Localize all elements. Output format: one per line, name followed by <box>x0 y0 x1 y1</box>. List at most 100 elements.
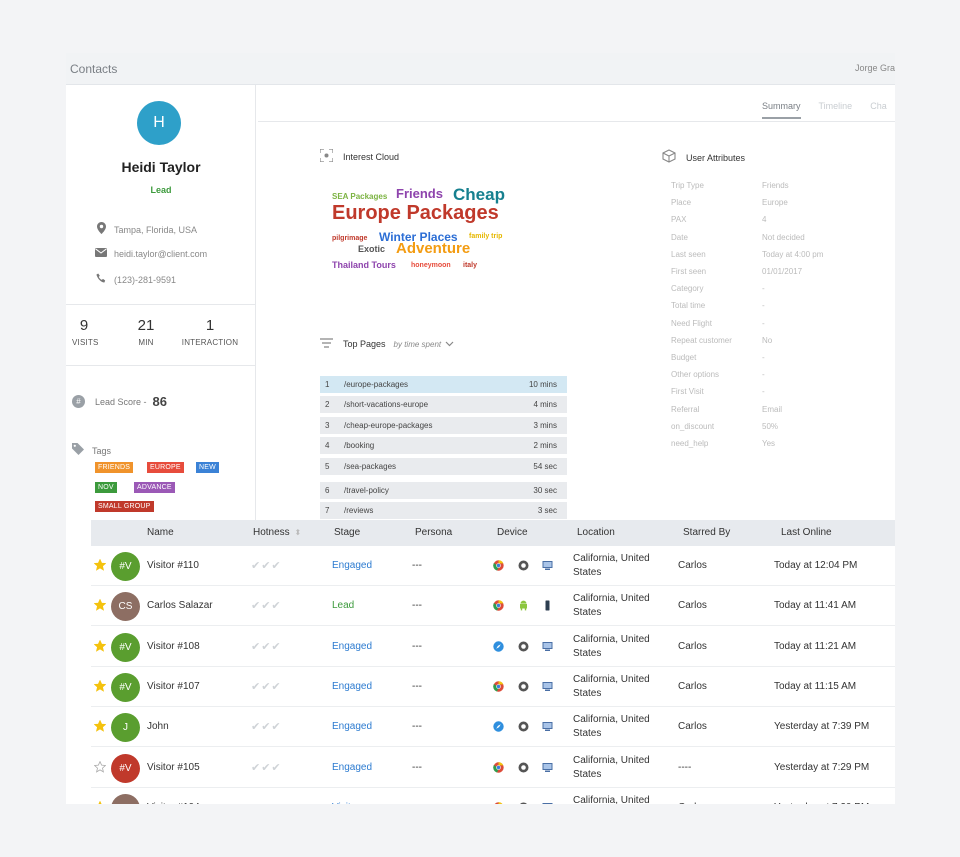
page-url[interactable]: /europe-packages <box>344 376 408 393</box>
tab-timeline[interactable]: Timeline <box>819 101 853 119</box>
attribute-value: 50% <box>762 421 779 431</box>
page-url[interactable]: /sea-packages <box>344 458 396 475</box>
col-device[interactable]: Device <box>497 527 528 538</box>
attribute-value: Friends <box>762 181 789 190</box>
top-page-row[interactable]: 3/cheap-europe-packages 3 mins <box>320 417 567 434</box>
hotness-checks-icon: ✔✔✔ <box>251 801 282 804</box>
contact-name[interactable]: Visitor #108 <box>147 641 200 652</box>
profile-name: Heidi Taylor <box>121 159 201 175</box>
avatar[interactable]: #V <box>111 552 140 581</box>
page-url[interactable]: /cheap-europe-packages <box>344 417 433 434</box>
top-page-row[interactable]: 5/sea-packages 54 sec <box>320 458 567 475</box>
star-filled-icon[interactable] <box>93 639 107 655</box>
stage-value[interactable]: Engaged <box>332 641 372 652</box>
page-url[interactable]: /reviews <box>344 502 373 519</box>
contact-name[interactable]: John <box>147 721 169 732</box>
tab-summary[interactable]: Summary <box>762 101 801 119</box>
contact-name[interactable]: Visitor #105 <box>147 762 200 773</box>
stat-value: 1 <box>205 317 215 334</box>
contact-name[interactable]: Visitor #104 <box>147 802 200 804</box>
location-value: California, United States <box>573 754 650 780</box>
email-text[interactable]: heidi.taylor@client.com <box>114 249 207 259</box>
desktop-icon <box>542 560 553 571</box>
star-filled-icon[interactable] <box>93 558 107 574</box>
col-last-online[interactable]: Last Online <box>781 527 832 538</box>
chevron-down-icon[interactable] <box>445 339 454 349</box>
stat-value: 21 <box>137 317 155 334</box>
col-stage[interactable]: Stage <box>334 527 360 538</box>
user-attributes-header: User Attributes <box>662 149 745 166</box>
avatar[interactable]: #V <box>111 753 140 783</box>
avatar[interactable]: CS <box>111 592 140 622</box>
attribute-key: Trip Type <box>671 181 704 190</box>
phone-text[interactable]: (123)-281-9591 <box>114 275 176 285</box>
attribute-value: - <box>762 284 765 294</box>
top-page-row[interactable]: 2/short-vacations-europe 4 mins <box>320 396 567 413</box>
table-row[interactable]: #V Visitor #104 ✔✔✔ Visitor --- California, U… <box>91 788 895 804</box>
tabs-divider <box>258 121 895 122</box>
table-row[interactable]: CS Carlos Salazar ✔✔✔ Lead --- California, Un… <box>91 586 895 627</box>
top-page-row[interactable]: 7/reviews 3 sec <box>320 502 567 519</box>
star-filled-icon[interactable] <box>93 679 107 695</box>
tag-small-group[interactable]: SMALL GROUP <box>95 501 154 512</box>
stage-value[interactable]: Engaged <box>332 762 372 773</box>
stat-interaction: 1 INTERACTION <box>178 317 242 347</box>
col-location[interactable]: Location <box>577 527 615 538</box>
top-page-row[interactable]: 1/europe-packages 10 mins <box>320 376 567 393</box>
attribute-value: Not decided <box>762 232 805 242</box>
table-row[interactable]: #V Visitor #110 ✔✔✔ Engaged --- California, U… <box>91 546 895 586</box>
stage-value[interactable]: Visitor <box>332 802 360 804</box>
top-page-row[interactable]: 4/booking 2 mins <box>320 437 567 454</box>
page-url[interactable]: /booking <box>344 437 374 454</box>
col-persona[interactable]: Persona <box>415 527 452 538</box>
tag-europe[interactable]: EUROPE <box>147 462 184 473</box>
page-url[interactable]: /travel-policy <box>344 482 389 499</box>
cloud-word: Exotic <box>358 244 386 254</box>
os-icon <box>518 762 529 773</box>
col-hotness[interactable]: Hotness ⬍ <box>253 527 301 538</box>
location-value: California, United States <box>573 633 650 659</box>
profile-panel: H Heidi Taylor Lead Tampa, Florida, USA … <box>66 85 256 525</box>
table-row[interactable]: #V Visitor #107 ✔✔✔ Engaged --- California, U… <box>91 667 895 707</box>
user-name[interactable]: Jorge Gra <box>855 63 895 73</box>
tag-friends[interactable]: FRIENDS <box>95 462 134 473</box>
top-pages-sort[interactable]: by time spent <box>394 340 442 349</box>
top-page-row[interactable]: 6/travel-policy 30 sec <box>320 482 567 499</box>
avatar[interactable]: #V <box>111 672 140 702</box>
contact-name[interactable]: Visitor #110 <box>147 560 199 571</box>
contact-name[interactable]: Carlos Salazar <box>147 600 213 611</box>
avatar[interactable]: J <box>111 713 140 743</box>
table-row[interactable]: J John ✔✔✔ Engaged --- California, United Sta… <box>91 707 895 748</box>
star-filled-icon[interactable] <box>94 800 106 804</box>
hotness-checks-icon: ✔✔✔ <box>251 560 282 572</box>
page-url[interactable]: /short-vacations-europe <box>344 396 428 413</box>
page-time: 2 mins <box>533 441 557 450</box>
attribute-key: Date <box>671 232 688 242</box>
cloud-word: Friends <box>396 186 443 201</box>
tag-advance[interactable]: ADVANCE <box>134 482 175 493</box>
divider <box>66 365 256 366</box>
star-filled-icon[interactable] <box>93 719 107 735</box>
stat-label: INTERACTION <box>181 338 239 347</box>
table-row[interactable]: #V Visitor #105 ✔✔✔ Engaged --- California, U… <box>91 748 895 788</box>
star-filled-icon[interactable] <box>93 598 107 614</box>
sort-icon[interactable]: ⬍ <box>294 528 301 537</box>
tab-chat[interactable]: Cha <box>870 101 887 119</box>
tag-new[interactable]: NEW <box>196 462 219 473</box>
stage-value[interactable]: Engaged <box>332 681 372 692</box>
attribute-key: First Visit <box>671 387 704 397</box>
stage-value[interactable]: Engaged <box>332 560 372 571</box>
tag-nov[interactable]: NOV <box>95 482 117 493</box>
star-outline-icon[interactable] <box>93 760 107 776</box>
stage-value[interactable]: Engaged <box>332 721 372 732</box>
starred-by-value: Carlos <box>678 600 707 612</box>
contact-name[interactable]: Visitor #107 <box>147 681 200 692</box>
col-starred-by[interactable]: Starred By <box>683 527 730 538</box>
location-value: California, United States <box>573 673 650 699</box>
persona-value: --- <box>412 680 422 692</box>
stage-value[interactable]: Lead <box>332 600 354 611</box>
table-row[interactable]: #V Visitor #108 ✔✔✔ Engaged --- California, U… <box>91 627 895 667</box>
col-name[interactable]: Name <box>147 527 174 538</box>
avatar[interactable]: #V <box>111 632 140 662</box>
avatar[interactable]: #V <box>111 793 140 804</box>
